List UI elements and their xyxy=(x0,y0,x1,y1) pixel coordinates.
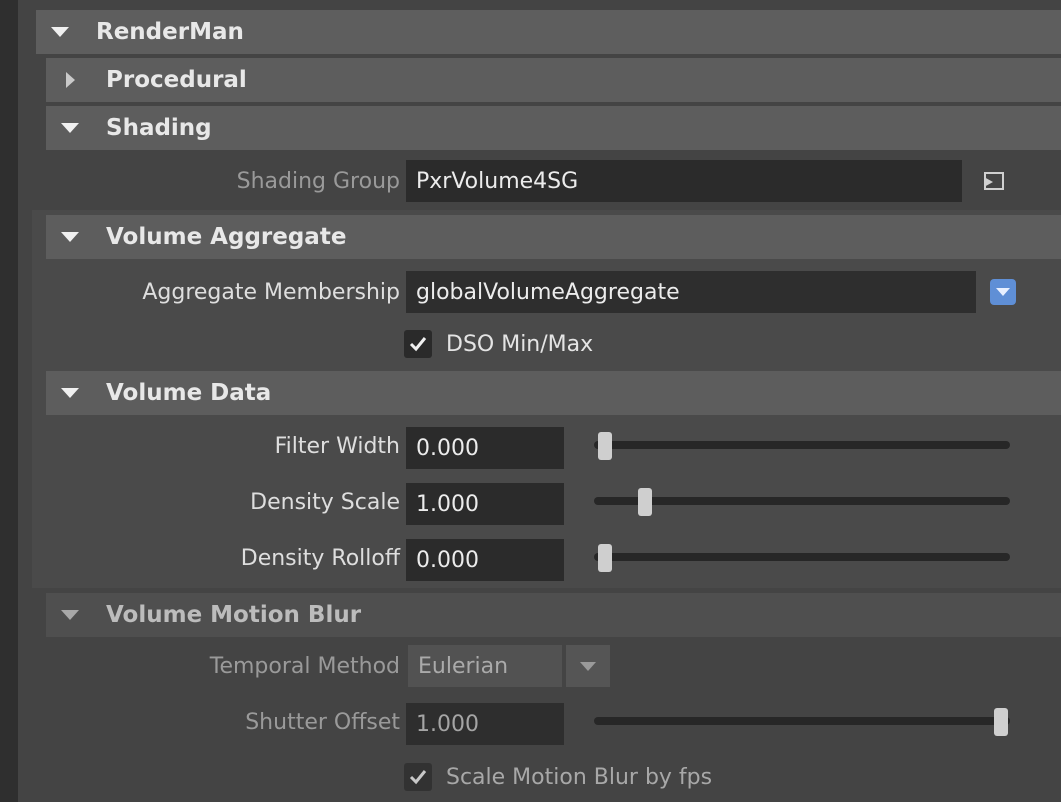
checkmark-icon xyxy=(409,770,427,785)
shutter-offset-field[interactable]: 1.000 xyxy=(406,703,564,745)
section-title: Volume Aggregate xyxy=(106,224,347,250)
dso-min-max-checkbox[interactable] xyxy=(404,330,432,358)
filter-width-label: Filter Width xyxy=(274,434,400,459)
scale-motion-blur-checkbox[interactable] xyxy=(404,763,432,791)
shutter-offset-slider-handle[interactable] xyxy=(994,708,1008,736)
density-scale-slider-track[interactable] xyxy=(594,497,1010,505)
expand-triangle-icon xyxy=(56,120,84,136)
section-title: Shading xyxy=(106,115,212,141)
temporal-method-label: Temporal Method xyxy=(209,654,400,679)
section-header-procedural[interactable]: Procedural xyxy=(46,58,1061,102)
density-rolloff-field[interactable]: 0.000 xyxy=(406,539,564,581)
section-title: Procedural xyxy=(106,67,247,93)
temporal-method-field[interactable]: Eulerian xyxy=(408,645,562,687)
aggregate-membership-field[interactable]: globalVolumeAggregate xyxy=(406,271,976,313)
chevron-down-icon xyxy=(996,288,1010,296)
section-header-volume-motion-blur[interactable]: Volume Motion Blur xyxy=(46,593,1061,637)
filter-width-slider-handle[interactable] xyxy=(598,432,612,460)
shutter-offset-slider-track[interactable] xyxy=(594,717,1010,725)
section-title: Volume Data xyxy=(106,380,272,406)
shading-group-field[interactable]: PxrVolume4SG xyxy=(406,160,962,202)
section-header-volume-data[interactable]: Volume Data xyxy=(46,371,1061,415)
chevron-down-icon xyxy=(580,661,596,671)
expand-triangle-icon xyxy=(56,229,84,245)
density-rolloff-slider-track[interactable] xyxy=(594,553,1010,561)
input-connect-icon[interactable] xyxy=(984,172,1004,190)
density-scale-label: Density Scale xyxy=(250,490,400,515)
density-scale-field[interactable]: 1.000 xyxy=(406,483,564,525)
section-header-renderman[interactable]: RenderMan xyxy=(36,10,1061,54)
section-header-shading[interactable]: Shading xyxy=(46,106,1061,150)
density-scale-slider-handle[interactable] xyxy=(638,488,652,516)
checkmark-icon xyxy=(409,337,427,352)
expand-triangle-icon xyxy=(46,24,74,40)
section-title: Volume Motion Blur xyxy=(106,602,362,628)
collapse-triangle-icon xyxy=(56,72,84,88)
expand-triangle-icon xyxy=(56,385,84,401)
section-title: RenderMan xyxy=(96,19,244,45)
density-rolloff-slider-handle[interactable] xyxy=(598,544,612,572)
aggregate-dropdown-button[interactable] xyxy=(990,279,1016,305)
filter-width-field[interactable]: 0.000 xyxy=(406,427,564,469)
aggregate-membership-label: Aggregate Membership xyxy=(142,280,400,305)
section-header-volume-aggregate[interactable]: Volume Aggregate xyxy=(46,215,1061,259)
shading-group-label: Shading Group xyxy=(236,169,400,194)
left-edge xyxy=(0,0,18,802)
scale-motion-blur-label: Scale Motion Blur by fps xyxy=(446,765,713,790)
temporal-method-dropdown-button[interactable] xyxy=(566,645,610,687)
shutter-offset-label: Shutter Offset xyxy=(245,710,400,735)
filter-width-slider-track[interactable] xyxy=(594,441,1010,449)
density-rolloff-label: Density Rolloff xyxy=(240,546,400,571)
expand-triangle-icon xyxy=(56,607,84,623)
attribute-editor-panel: RenderMan Procedural Shading Shading Gro… xyxy=(18,0,1061,802)
dso-min-max-label: DSO Min/Max xyxy=(446,332,594,357)
